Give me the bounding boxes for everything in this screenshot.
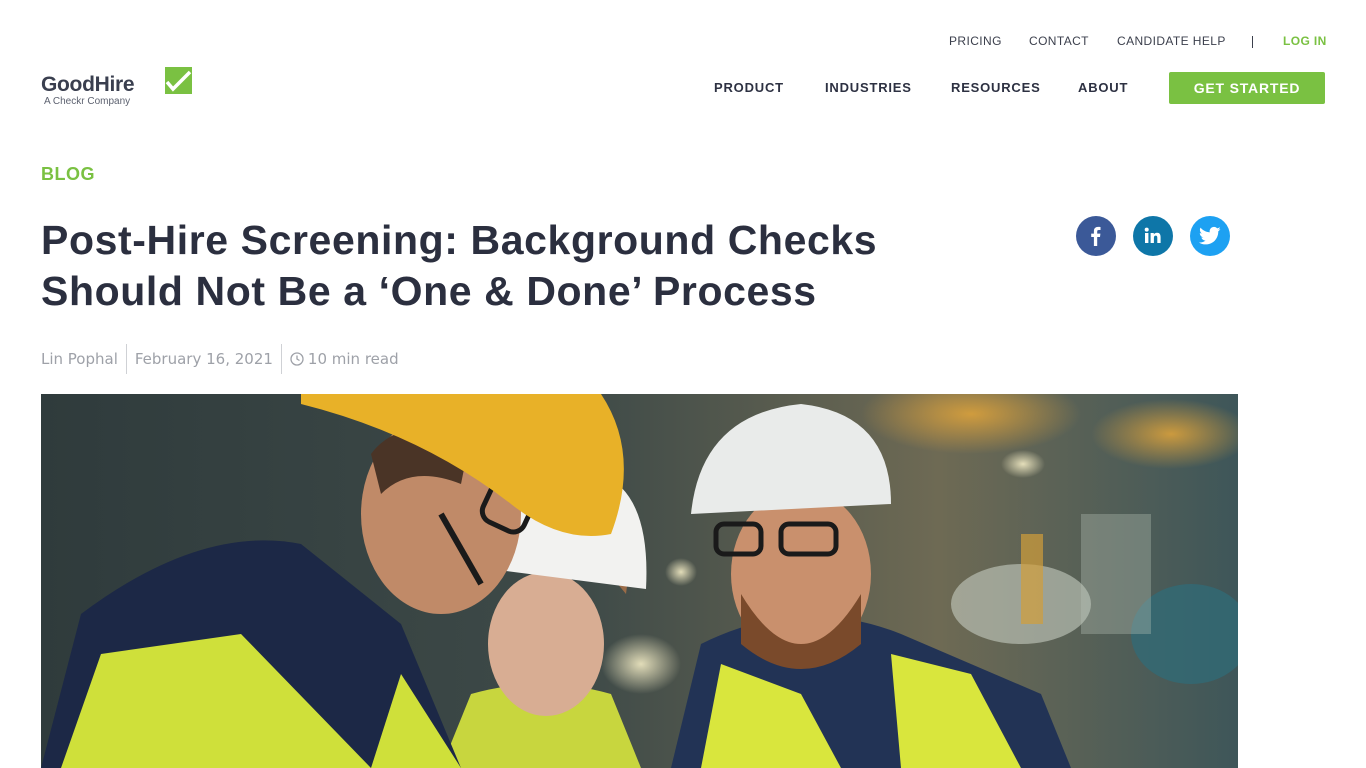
utility-nav: PRICING CONTACT CANDIDATE HELP LOG IN (0, 34, 1366, 48)
nav-product[interactable]: PRODUCT (714, 80, 784, 95)
read-time: 10 min read (307, 350, 399, 368)
nav-about[interactable]: ABOUT (1078, 80, 1128, 95)
nav-separator (1252, 36, 1253, 48)
logo-wordmark: GoodHire (41, 73, 135, 96)
linkedin-icon (1144, 227, 1161, 243)
facebook-icon (1091, 226, 1101, 246)
article-title: Post-Hire Screening: Background Checks S… (41, 217, 878, 314)
workers-photo (41, 394, 1238, 768)
nav-resources[interactable]: RESOURCES (951, 80, 1041, 95)
twitter-share-button[interactable] (1190, 216, 1230, 256)
linkedin-share-button[interactable] (1133, 216, 1173, 256)
category-link[interactable]: BLOG (41, 164, 95, 185)
logo-tagline: A Checkr Company (44, 96, 131, 107)
check-icon (165, 67, 192, 94)
candidate-help-link[interactable]: CANDIDATE HELP (1117, 34, 1226, 48)
hero-image (41, 394, 1238, 768)
facebook-share-button[interactable] (1076, 216, 1116, 256)
meta-divider (125, 344, 127, 374)
pricing-link[interactable]: PRICING (949, 34, 1002, 48)
meta-divider (280, 344, 282, 374)
article-meta: Lin Pophal February 16, 2021 10 min read (41, 344, 399, 374)
goodhire-logo[interactable]: GoodHire A Checkr Company (41, 67, 193, 109)
clock-icon (290, 352, 304, 366)
get-started-button[interactable]: GET STARTED (1169, 72, 1325, 104)
publish-date: February 16, 2021 (134, 350, 273, 368)
twitter-icon (1199, 226, 1221, 245)
login-link[interactable]: LOG IN (1283, 34, 1327, 48)
contact-link[interactable]: CONTACT (1029, 34, 1089, 48)
author-link[interactable]: Lin Pophal (41, 350, 118, 368)
nav-industries[interactable]: INDUSTRIES (825, 80, 912, 95)
